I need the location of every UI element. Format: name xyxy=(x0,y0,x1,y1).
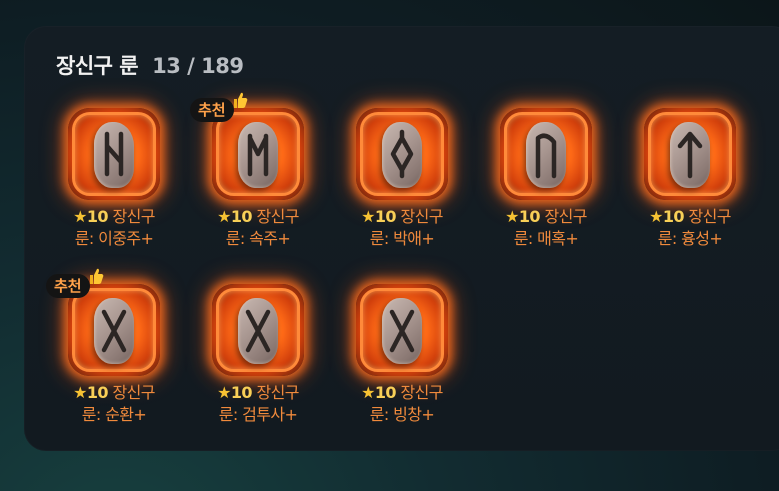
rune-category: 장신구 xyxy=(112,207,155,226)
rune-label: ★10 장신구 룬: 검투사+ xyxy=(194,382,322,426)
rune-card-7[interactable]: ★10 장신구 룬: 검투사+ xyxy=(194,284,334,444)
rune-icon-frame xyxy=(212,284,304,376)
mannaz-rune-icon xyxy=(238,122,278,188)
star-icon: ★ xyxy=(505,207,519,226)
rune-label: ★10 장신구 룬: 빙창+ xyxy=(338,382,466,426)
star-icon: ★ xyxy=(217,207,231,226)
panel-header: 장신구 룬 13 / 189 xyxy=(56,50,244,80)
star-icon: ★ xyxy=(73,383,87,402)
rune-stone-icon xyxy=(382,122,422,188)
rune-icon-frame xyxy=(356,108,448,200)
recommended-label: 추천 xyxy=(198,101,226,119)
star-icon: ★ xyxy=(217,383,231,402)
rune-label: ★10 장신구 룬: 속주+ xyxy=(194,206,322,250)
rune-name: 룬: 검투사+ xyxy=(218,405,298,424)
rune-panel: 장신구 룬 13 / 189 ★10 장신구 룬: 이중주+ ★10 장신구 룬… xyxy=(24,26,779,451)
rune-name: 룬: 흉성+ xyxy=(657,229,723,248)
rune-label-line1: ★10 장신구 xyxy=(50,206,178,228)
rune-name: 룬: 매혹+ xyxy=(513,229,579,248)
rune-count: 13 / 189 xyxy=(152,54,244,78)
rune-label-line1: ★10 장신구 xyxy=(626,206,754,228)
rune-card-6[interactable]: ★10 장신구 룬: 순환+ 추천 xyxy=(46,268,190,444)
rune-grade: 10 xyxy=(374,383,397,402)
rune-label: ★10 장신구 룬: 흉성+ xyxy=(626,206,754,250)
rune-category: 장신구 xyxy=(544,207,587,226)
thumbs-up-icon xyxy=(232,91,248,109)
rune-icon-frame xyxy=(212,108,304,200)
rune-category: 장신구 xyxy=(256,207,299,226)
rune-category: 장신구 xyxy=(688,207,731,226)
panel-title: 장신구 룬 xyxy=(56,54,139,78)
gebo-rune-icon xyxy=(238,298,278,364)
rune-icon-frame xyxy=(68,284,160,376)
recommended-badge: 추천 xyxy=(46,268,103,298)
rune-grade: 10 xyxy=(86,383,109,402)
rune-name: 룬: 속주+ xyxy=(225,229,291,248)
rune-label: ★10 장신구 룬: 박애+ xyxy=(338,206,466,250)
gebo-rune-icon xyxy=(94,298,134,364)
rune-grade: 10 xyxy=(230,207,253,226)
rune-stone-icon xyxy=(382,298,422,364)
tiwaz-rune-icon xyxy=(670,122,710,188)
rune-label: ★10 장신구 룬: 순환+ xyxy=(50,382,178,426)
rune-card-3[interactable]: ★10 장신구 룬: 박애+ xyxy=(338,108,478,268)
rune-name: 룬: 순환+ xyxy=(81,405,147,424)
rune-stone-icon xyxy=(526,122,566,188)
rune-name: 룬: 이중주+ xyxy=(74,229,154,248)
rune-icon-frame xyxy=(500,108,592,200)
rune-card-2[interactable]: ★10 장신구 룬: 속주+ 추천 xyxy=(190,92,334,268)
star-icon: ★ xyxy=(361,207,375,226)
rune-stone-icon xyxy=(94,298,134,364)
recommended-label: 추천 xyxy=(54,277,82,295)
star-icon: ★ xyxy=(73,207,87,226)
rune-label-line1: ★10 장신구 xyxy=(482,206,610,228)
rune-label: ★10 장신구 룬: 이중주+ xyxy=(50,206,178,250)
rune-card-1[interactable]: ★10 장신구 룬: 이중주+ xyxy=(50,108,190,268)
star-icon: ★ xyxy=(649,207,663,226)
rune-category: 장신구 xyxy=(400,207,443,226)
rune-label-line1: ★10 장신구 xyxy=(338,382,466,404)
rune-grade: 10 xyxy=(374,207,397,226)
rune-label-line1: ★10 장신구 xyxy=(194,206,322,228)
rune-stone-icon xyxy=(238,122,278,188)
uruz-rune-icon xyxy=(526,122,566,188)
rune-label: ★10 장신구 룬: 매혹+ xyxy=(482,206,610,250)
rune-stone-icon xyxy=(238,298,278,364)
rune-card-8[interactable]: ★10 장신구 룬: 빙창+ xyxy=(338,284,478,444)
eihwaz-rune-icon xyxy=(94,122,134,188)
thumbs-up-icon xyxy=(88,267,104,285)
rune-grade: 10 xyxy=(518,207,541,226)
rune-stone-icon xyxy=(670,122,710,188)
rune-card-5[interactable]: ★10 장신구 룬: 흉성+ xyxy=(626,108,766,268)
rune-category: 장신구 xyxy=(112,383,155,402)
rune-category: 장신구 xyxy=(256,383,299,402)
gebo-rune-icon xyxy=(382,298,422,364)
rune-name: 룬: 빙창+ xyxy=(369,405,435,424)
ingwaz-rune-icon xyxy=(382,122,422,188)
rune-icon-frame xyxy=(68,108,160,200)
rune-grade: 10 xyxy=(662,207,685,226)
rune-grade: 10 xyxy=(230,383,253,402)
rune-label-line1: ★10 장신구 xyxy=(338,206,466,228)
rune-grade: 10 xyxy=(86,207,109,226)
rune-icon-frame xyxy=(356,284,448,376)
rune-category: 장신구 xyxy=(400,383,443,402)
rune-name: 룬: 박애+ xyxy=(369,229,435,248)
rune-label-line1: ★10 장신구 xyxy=(50,382,178,404)
rune-icon-frame xyxy=(644,108,736,200)
rune-label-line1: ★10 장신구 xyxy=(194,382,322,404)
rune-card-4[interactable]: ★10 장신구 룬: 매혹+ xyxy=(482,108,622,268)
rune-stone-icon xyxy=(94,122,134,188)
star-icon: ★ xyxy=(361,383,375,402)
recommended-badge: 추천 xyxy=(190,92,247,122)
